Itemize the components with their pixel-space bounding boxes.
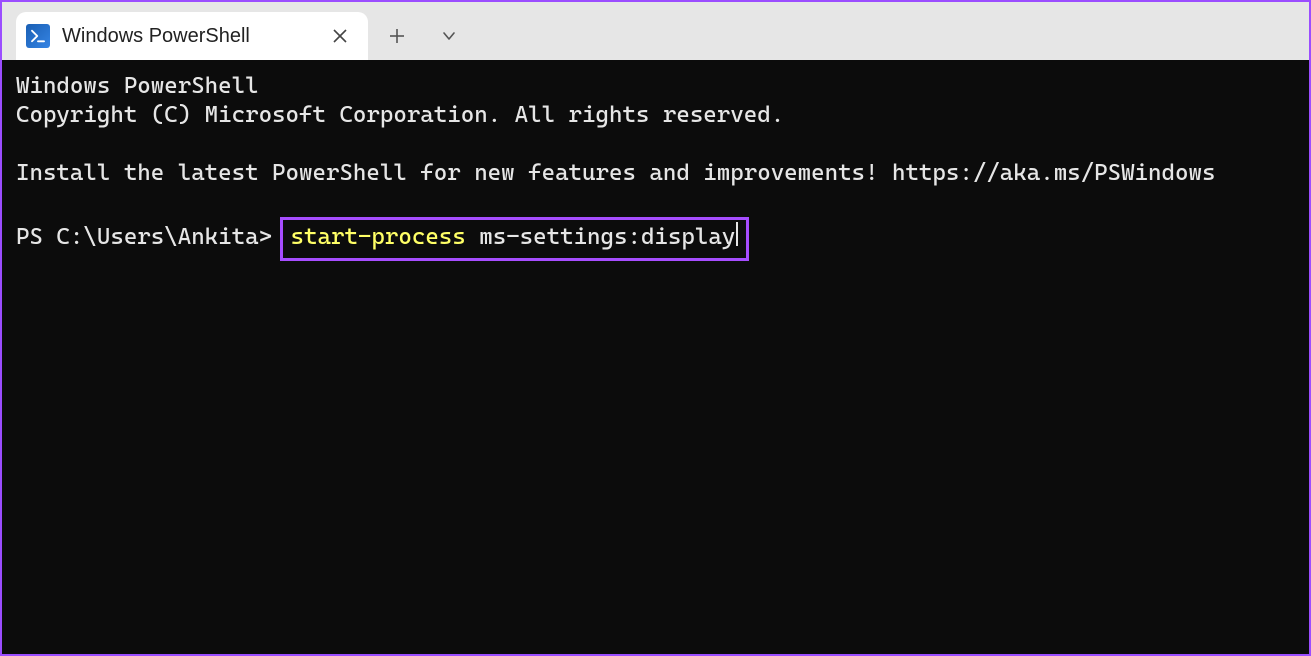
terminal-prompt: PS C:\Users\Ankita> [16, 224, 272, 250]
terminal-header-line2: Copyright (C) Microsoft Corporation. All… [16, 102, 784, 128]
command-highlight: start-process ms-settings:display [280, 217, 750, 261]
terminal-pane[interactable]: Windows PowerShell Copyright (C) Microso… [2, 60, 1309, 654]
terminal-header-line1: Windows PowerShell [16, 73, 259, 99]
close-tab-button[interactable] [326, 22, 354, 50]
tab-powershell[interactable]: Windows PowerShell [16, 12, 368, 60]
command-argument: ms-settings:display [479, 224, 735, 250]
tab-title: Windows PowerShell [62, 25, 326, 48]
close-icon [333, 29, 347, 43]
powershell-icon [26, 24, 50, 48]
tab-dropdown-button[interactable] [426, 12, 472, 60]
command-keyword: start-process [291, 224, 466, 250]
chevron-down-icon [442, 29, 456, 43]
plus-icon [389, 28, 405, 44]
cursor [736, 222, 738, 246]
titlebar: Windows PowerShell [2, 2, 1309, 60]
new-tab-button[interactable] [374, 12, 420, 60]
terminal-install-line: Install the latest PowerShell for new fe… [16, 160, 1215, 186]
